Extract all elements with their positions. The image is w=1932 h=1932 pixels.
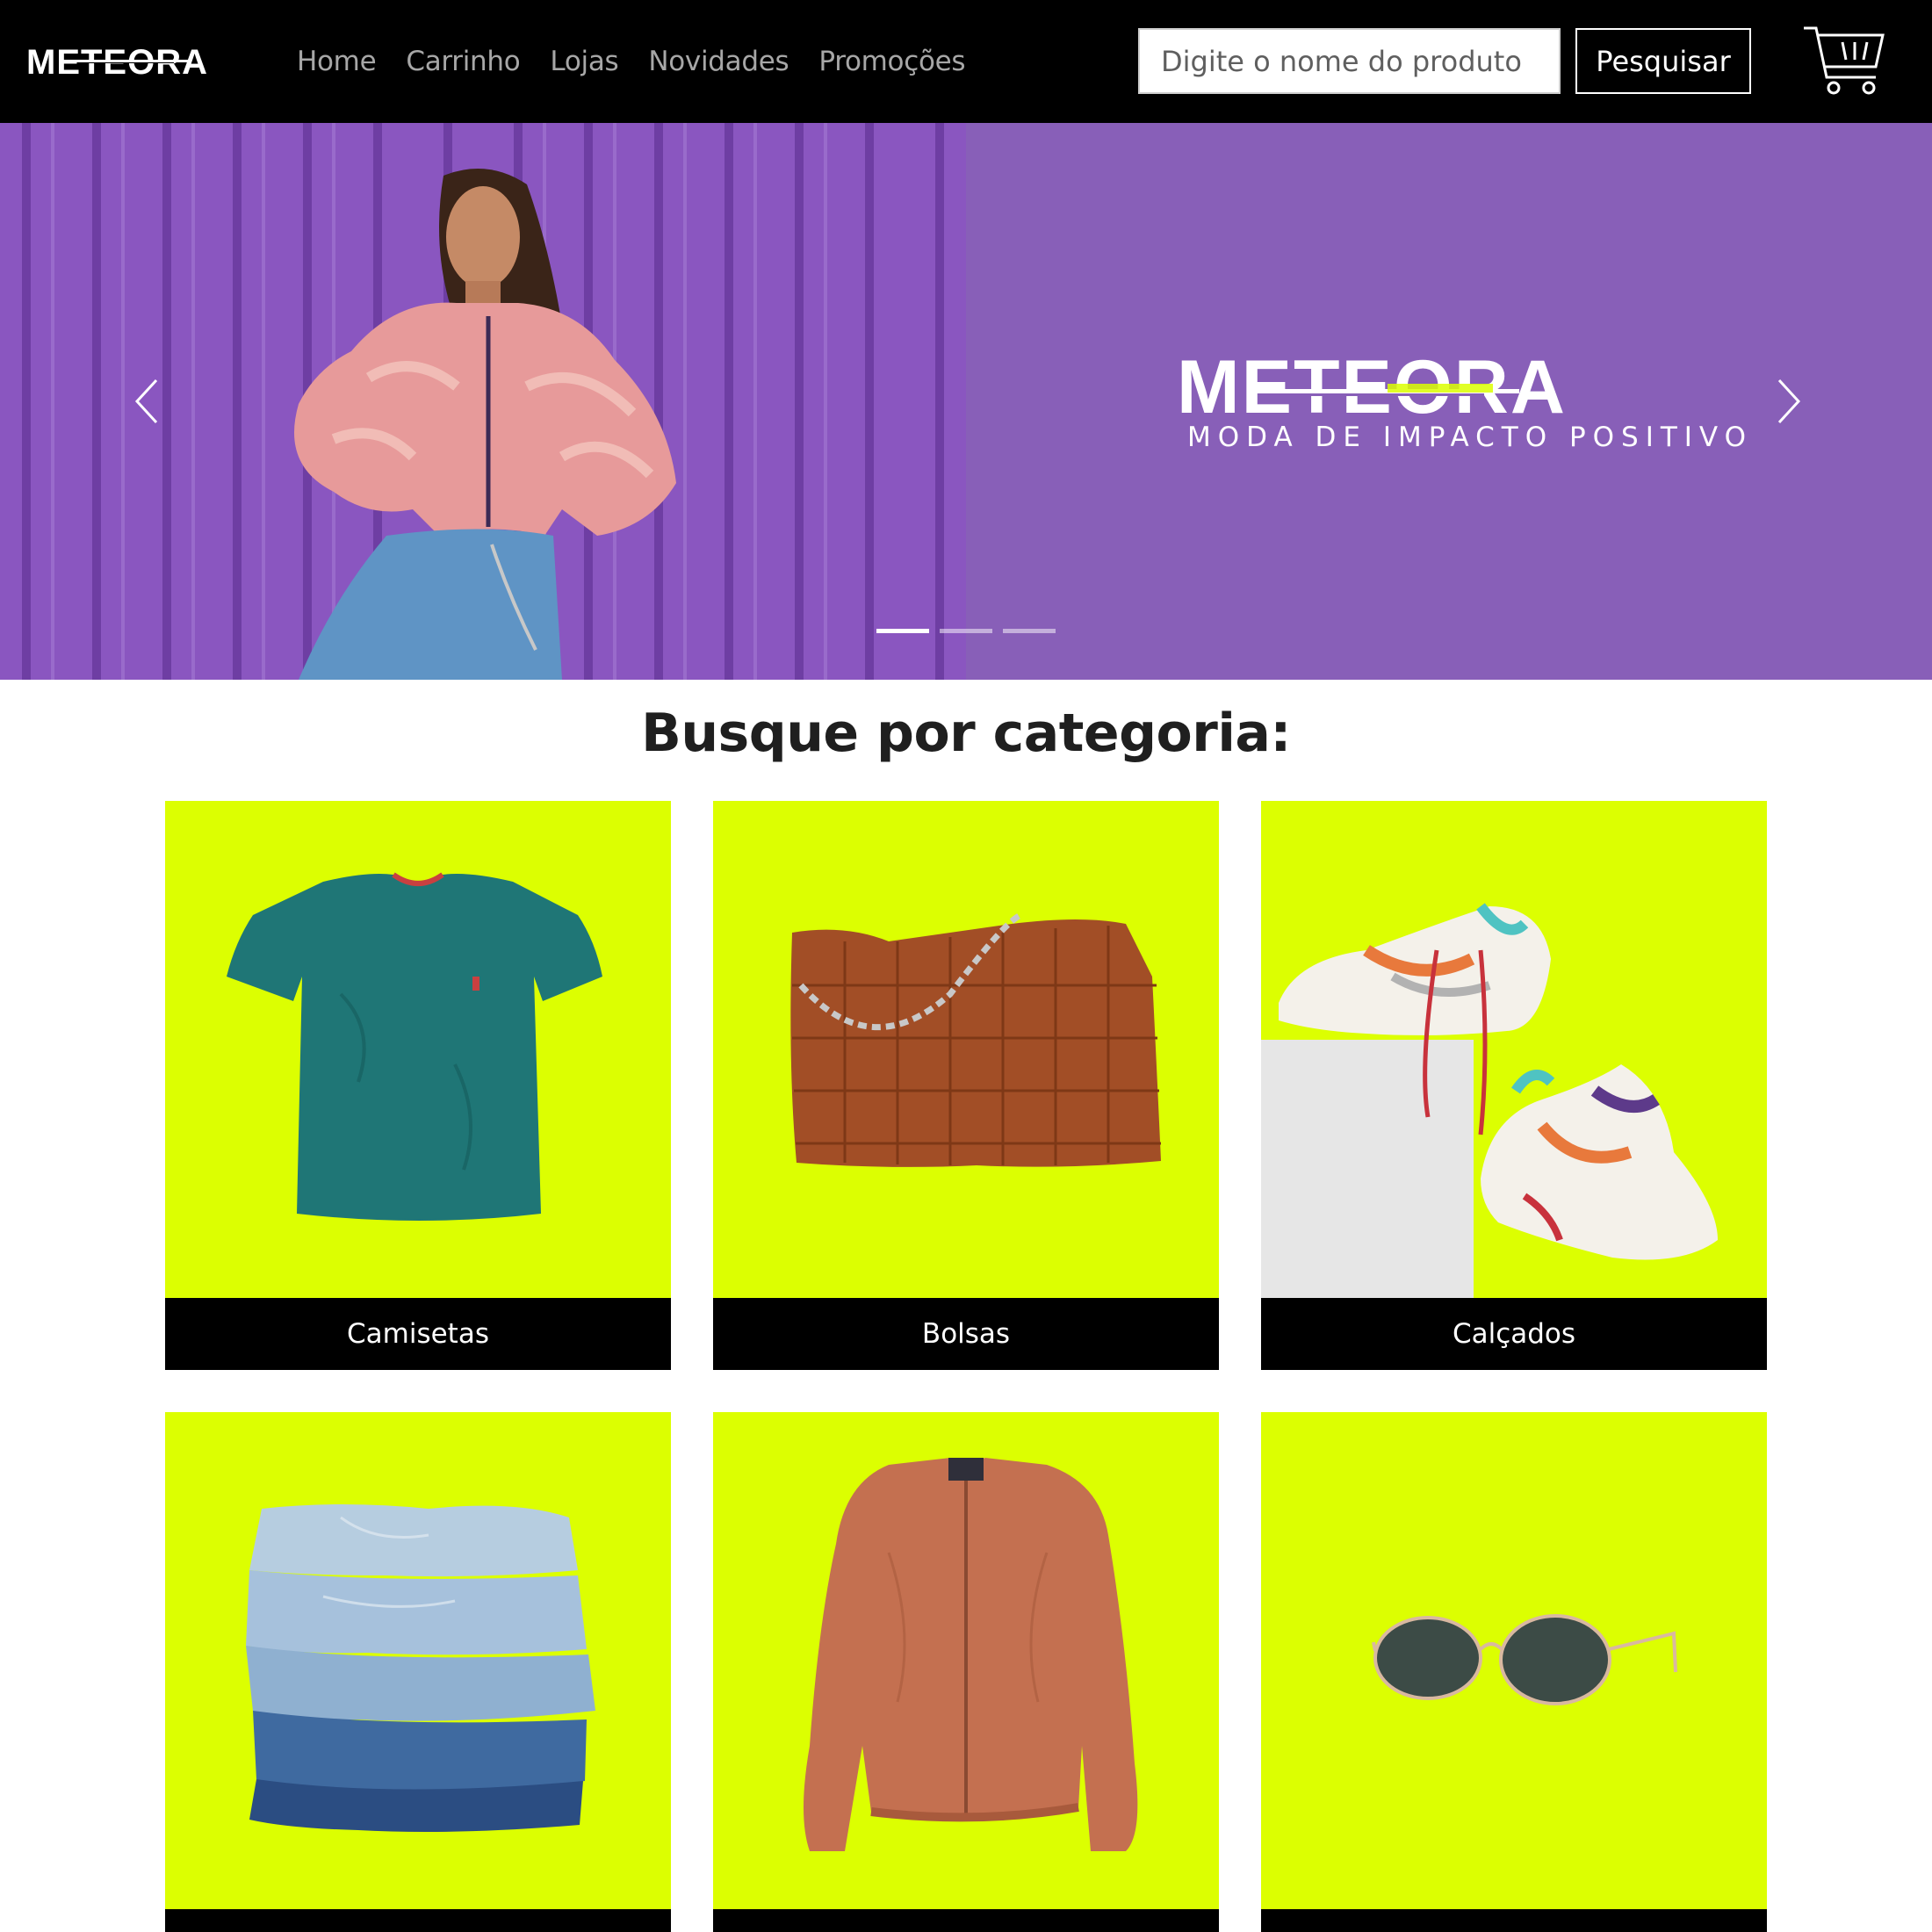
category-image <box>713 1412 1219 1909</box>
category-label: Bolsas <box>713 1298 1219 1370</box>
category-card-camisetas[interactable]: Camisetas <box>165 801 671 1370</box>
main-nav: Home Carrinho Lojas Novidades Promoções <box>297 0 995 123</box>
category-image <box>1261 801 1767 1298</box>
category-label <box>713 1909 1219 1932</box>
cart-icon[interactable] <box>1800 23 1888 100</box>
categories-title: Busque por categoria: <box>641 703 1291 764</box>
carousel-next-icon[interactable] <box>1770 375 1806 428</box>
nav-link-promocoes[interactable]: Promoções <box>818 46 965 77</box>
category-card-jaquetas[interactable] <box>713 1412 1219 1932</box>
carousel-dot-3[interactable] <box>1003 629 1056 633</box>
category-image <box>713 801 1219 1298</box>
jacket-image <box>804 1458 1138 1851</box>
category-card-calcados[interactable]: Calçados <box>1261 801 1767 1370</box>
hero-carousel: METEORA MODA DE IMPACTO POSITIVO <box>0 123 1932 680</box>
nav-link-lojas[interactable]: Lojas <box>550 46 618 77</box>
category-image <box>165 801 671 1298</box>
jeans-image <box>246 1504 595 1832</box>
carousel-dot-2[interactable] <box>940 629 992 633</box>
hero-tagline: MODA DE IMPACTO POSITIVO <box>1187 422 1753 453</box>
meteora-logo[interactable]: METEORA <box>26 35 248 88</box>
nav-link-novidades[interactable]: Novidades <box>648 46 789 77</box>
carousel-prev-icon[interactable] <box>130 375 165 428</box>
sunglasses-image <box>1372 1614 1677 1705</box>
handbag-image <box>790 912 1161 1167</box>
category-label <box>1261 1909 1767 1932</box>
nav-link-carrinho[interactable]: Carrinho <box>406 46 520 77</box>
tshirt-image <box>227 872 602 1221</box>
category-label: Camisetas <box>165 1298 671 1370</box>
search-input[interactable] <box>1138 28 1561 94</box>
carousel-indicators <box>876 629 1066 633</box>
category-card-jeans[interactable] <box>165 1412 671 1932</box>
search-button[interactable]: Pesquisar <box>1575 28 1751 94</box>
sneakers-image <box>1261 903 1718 1298</box>
category-label <box>165 1909 671 1932</box>
navbar: METEORA Home Carrinho Lojas Novidades Pr… <box>0 0 1932 123</box>
category-card-bolsas[interactable]: Bolsas <box>713 801 1219 1370</box>
carousel-dot-1[interactable] <box>876 629 929 633</box>
svg-text:METEORA: METEORA <box>1177 345 1567 429</box>
nav-link-home[interactable]: Home <box>297 46 377 77</box>
category-label: Calçados <box>1261 1298 1767 1370</box>
category-image <box>165 1412 671 1909</box>
category-image <box>1261 1412 1767 1909</box>
category-card-oculos[interactable] <box>1261 1412 1767 1932</box>
